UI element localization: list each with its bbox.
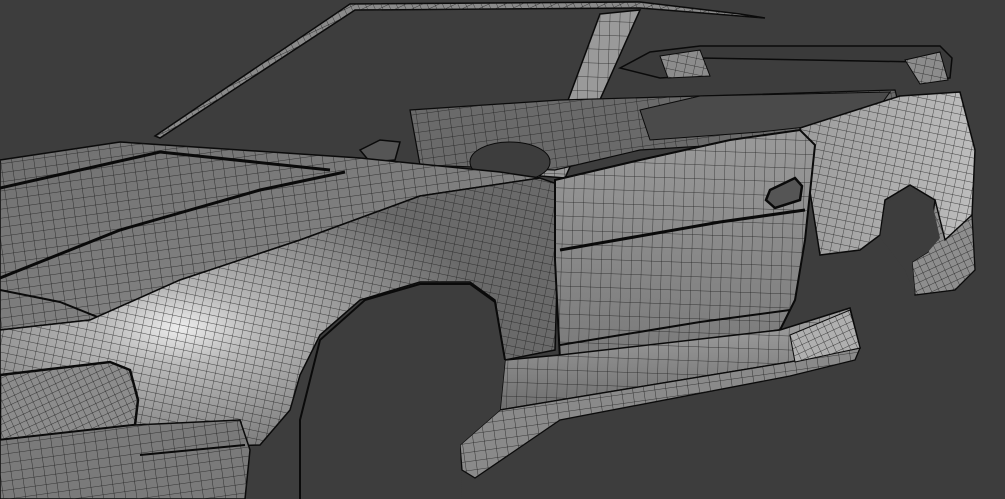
viewport-canvas: [0, 1, 976, 499]
3d-viewport[interactable]: [0, 0, 1005, 499]
door-panel: [554, 128, 817, 362]
rear-spoiler: [617, 45, 953, 85]
rear-quarter-panel: [799, 91, 976, 296]
